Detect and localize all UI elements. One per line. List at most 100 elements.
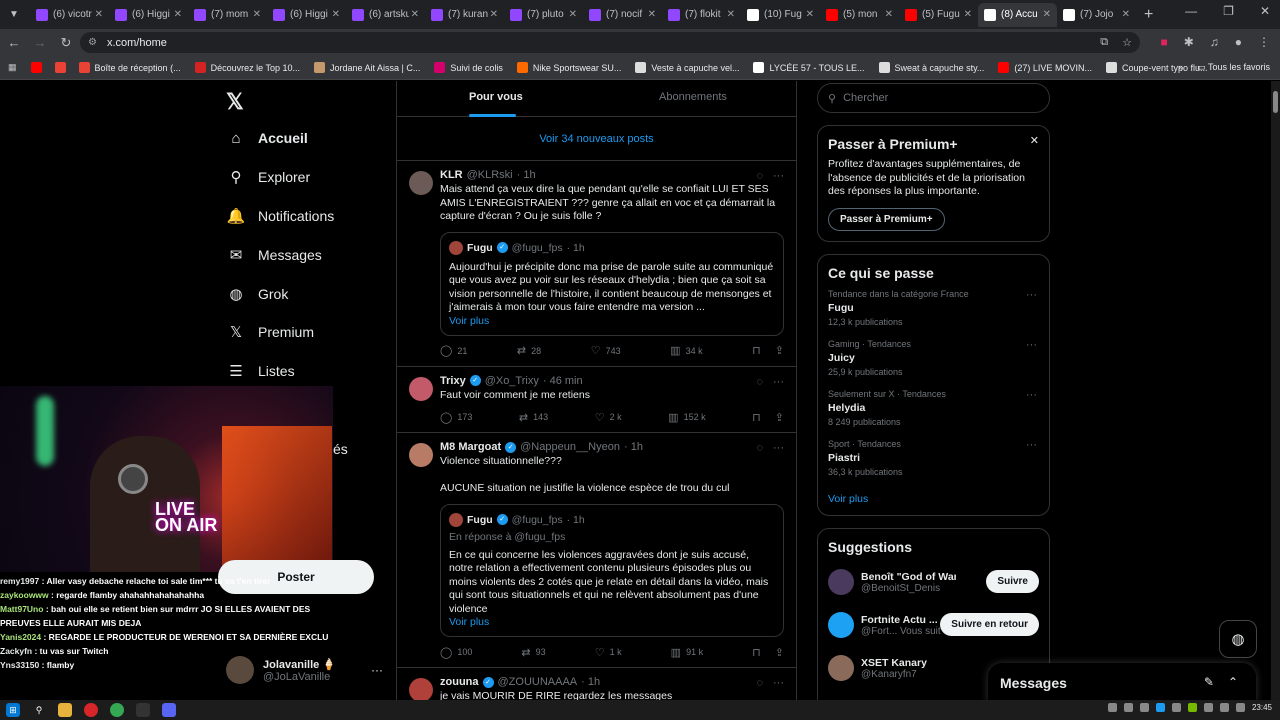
- discord-icon[interactable]: [162, 703, 176, 717]
- browser-tab[interactable]: (6) Higgi ✕: [109, 3, 188, 27]
- more-bookmarks-icon[interactable]: »: [1178, 62, 1183, 73]
- views-button[interactable]: ▥ 34 k: [670, 344, 702, 357]
- bookmark-item[interactable]: LYCÉE 57 - TOUS LE...: [753, 62, 865, 73]
- tab-close-icon[interactable]: ✕: [648, 9, 656, 20]
- restore-icon[interactable]: ❐: [1223, 4, 1234, 18]
- tab-close-icon[interactable]: ✕: [411, 9, 419, 20]
- like-button[interactable]: ♡ 1 k: [595, 646, 622, 659]
- url-input[interactable]: ⚙ x.com/home ⧉ ☆: [80, 32, 1140, 53]
- follow-button[interactable]: Suivre en retour: [940, 612, 1039, 636]
- avatar[interactable]: [409, 443, 433, 467]
- tab-close-icon[interactable]: ✕: [806, 9, 814, 20]
- tweet-author-name[interactable]: M8 Margoat: [440, 441, 501, 453]
- bookmark-icon[interactable]: ⊓: [752, 411, 761, 424]
- bookmark-item[interactable]: Veste à capuche vel...: [635, 62, 739, 73]
- browser-tab[interactable]: (6) Higgi ✕: [267, 3, 346, 27]
- tab-close-icon[interactable]: ✕: [1122, 9, 1130, 20]
- network-icon[interactable]: [1219, 703, 1229, 712]
- nav-item-explorer[interactable]: ⚲ Explorer: [226, 162, 311, 192]
- more-icon[interactable]: ···: [773, 442, 784, 454]
- new-tab-icon[interactable]: +: [1144, 6, 1153, 24]
- nav-item-premium[interactable]: 𝕏 Premium: [226, 317, 314, 347]
- bookmark-item[interactable]: Boîte de réception (...: [78, 62, 181, 73]
- grok-explain-icon[interactable]: ◌: [756, 442, 763, 454]
- search-icon[interactable]: ⚲: [32, 703, 46, 717]
- browser-tab[interactable]: (7) nocif ✕: [583, 3, 662, 27]
- views-button[interactable]: ▥ 152 k: [668, 411, 705, 424]
- browser-tab[interactable]: (7) mom ✕: [188, 3, 267, 27]
- repost-button[interactable]: ⇄ 28: [517, 344, 541, 357]
- new-message-icon[interactable]: ✎: [1204, 675, 1214, 689]
- account-switcher[interactable]: Jolavanille 🍦 @JoLaVanille: [226, 656, 336, 684]
- avatar[interactable]: [409, 678, 433, 700]
- grok-explain-icon[interactable]: ◌: [756, 376, 763, 388]
- obs-icon[interactable]: [136, 703, 150, 717]
- suggestion-row[interactable]: Fortnite Actu ... @Fort... Vous suit Suivr…: [828, 604, 1039, 647]
- tab-close-icon[interactable]: ✕: [727, 9, 735, 20]
- more-icon[interactable]: ···: [1026, 289, 1037, 301]
- bookmark-item[interactable]: Nike Sportswear SU...: [516, 62, 621, 73]
- avatar[interactable]: [828, 655, 854, 681]
- tray-icon[interactable]: [1123, 703, 1133, 712]
- browser-tab[interactable]: (5) Fugu ✕: [899, 3, 978, 27]
- reply-button[interactable]: ◯ 100: [440, 646, 472, 659]
- bookmark-item[interactable]: (27) LIVE MOVIN...: [998, 62, 1092, 73]
- reply-button[interactable]: ◯ 21: [440, 344, 467, 357]
- tweet[interactable]: zouuna ✓ @ZOUUNAAAA · 1h ◌ ··· je vais MOURIR …: [397, 668, 796, 700]
- bluetooth-icon[interactable]: [1155, 703, 1165, 712]
- tab-close-icon[interactable]: ✕: [253, 9, 261, 20]
- browser-tab[interactable]: (5) mon ✕: [820, 3, 899, 27]
- show-more-link[interactable]: Voir plus: [828, 493, 1039, 505]
- tweet-author-handle[interactable]: @ZOUUNAAAA: [498, 676, 578, 688]
- tab-search-icon[interactable]: ▼: [4, 5, 24, 25]
- nav-item-listes[interactable]: ☰ Listes: [226, 356, 294, 386]
- bookmark-item[interactable]: [54, 62, 71, 73]
- bookmark-item[interactable]: Découvrez le Top 10...: [194, 62, 300, 73]
- views-button[interactable]: ▥ 91 k: [671, 646, 703, 659]
- avatar[interactable]: [409, 171, 433, 195]
- tab-close-icon[interactable]: ✕: [95, 9, 103, 20]
- tab-abonnements[interactable]: Abonnements: [659, 91, 727, 103]
- bookmark-icon[interactable]: ⊓: [752, 646, 761, 659]
- suggestion-row[interactable]: Benoît "God of War" Sa...@BenoitSt_Denis…: [828, 561, 1039, 604]
- tweet-author-handle[interactable]: @Nappeun__Nyeon: [520, 441, 620, 453]
- messages-drawer[interactable]: Messages ✎ ⌃: [988, 663, 1256, 700]
- browser-tab[interactable]: (6) vicotr ✕: [30, 3, 109, 27]
- tweet-author-name[interactable]: KLR: [440, 169, 463, 181]
- repost-button[interactable]: ⇄ 143: [519, 411, 548, 424]
- share-icon[interactable]: ⇪: [775, 411, 784, 424]
- chrome-icon[interactable]: [110, 703, 124, 717]
- scrollbar-thumb[interactable]: [1273, 91, 1278, 113]
- repost-button[interactable]: ⇄ 93: [521, 646, 545, 659]
- bookmark-item[interactable]: Jordane Ait Aissa | C...: [313, 62, 420, 73]
- quoted-tweet[interactable]: Fugu ✓ @fugu_fps · 1h Aujourd'hui je précipi…: [440, 231, 784, 336]
- tweet-author-handle[interactable]: @KLRski: [467, 169, 513, 181]
- browser-menu-icon[interactable]: ⋮: [1258, 35, 1270, 49]
- tweet-author-name[interactable]: zouuna: [440, 676, 479, 688]
- tray-icon[interactable]: [1139, 703, 1149, 712]
- new-posts-button[interactable]: Voir 34 nouveaux posts: [397, 117, 796, 161]
- profile-avatar-icon[interactable]: ●: [1235, 35, 1242, 49]
- extension-red-icon[interactable]: ■: [1160, 35, 1167, 49]
- x-logo-icon[interactable]: 𝕏: [226, 89, 244, 115]
- tweet[interactable]: KLR @KLRski · 1h ◌ ··· Mais attend ça veux di…: [397, 161, 796, 367]
- trend-item[interactable]: Gaming · Tendances Juicy 25,9 k publicatio…: [828, 339, 1039, 377]
- browser-tab[interactable]: (8) Accu ✕: [978, 2, 1057, 27]
- tray-icon[interactable]: [1171, 703, 1181, 712]
- trend-item[interactable]: Tendance dans la catégorie France Fugu 12,…: [828, 289, 1039, 327]
- bookmark-item[interactable]: Sweat à capuche sty...: [878, 62, 984, 73]
- nav-item-accueil[interactable]: ⌂ Accueil: [226, 123, 307, 153]
- tab-close-icon[interactable]: ✕: [1043, 9, 1051, 20]
- tray-icon[interactable]: [1107, 703, 1117, 712]
- premium-button[interactable]: Passer à Premium+: [828, 207, 945, 231]
- forward-icon[interactable]: →: [28, 35, 52, 50]
- page-scrollbar[interactable]: [1271, 81, 1280, 700]
- tab-close-icon[interactable]: ✕: [885, 9, 893, 20]
- nvidia-icon[interactable]: [1187, 703, 1197, 712]
- minimize-icon[interactable]: —: [1185, 4, 1197, 18]
- file-explorer-icon[interactable]: [58, 703, 72, 717]
- reload-icon[interactable]: ↻: [54, 35, 78, 51]
- more-icon[interactable]: ···: [773, 677, 784, 689]
- nav-item-messages[interactable]: ✉ Messages: [226, 240, 322, 270]
- clock[interactable]: 23:45: [1252, 703, 1272, 712]
